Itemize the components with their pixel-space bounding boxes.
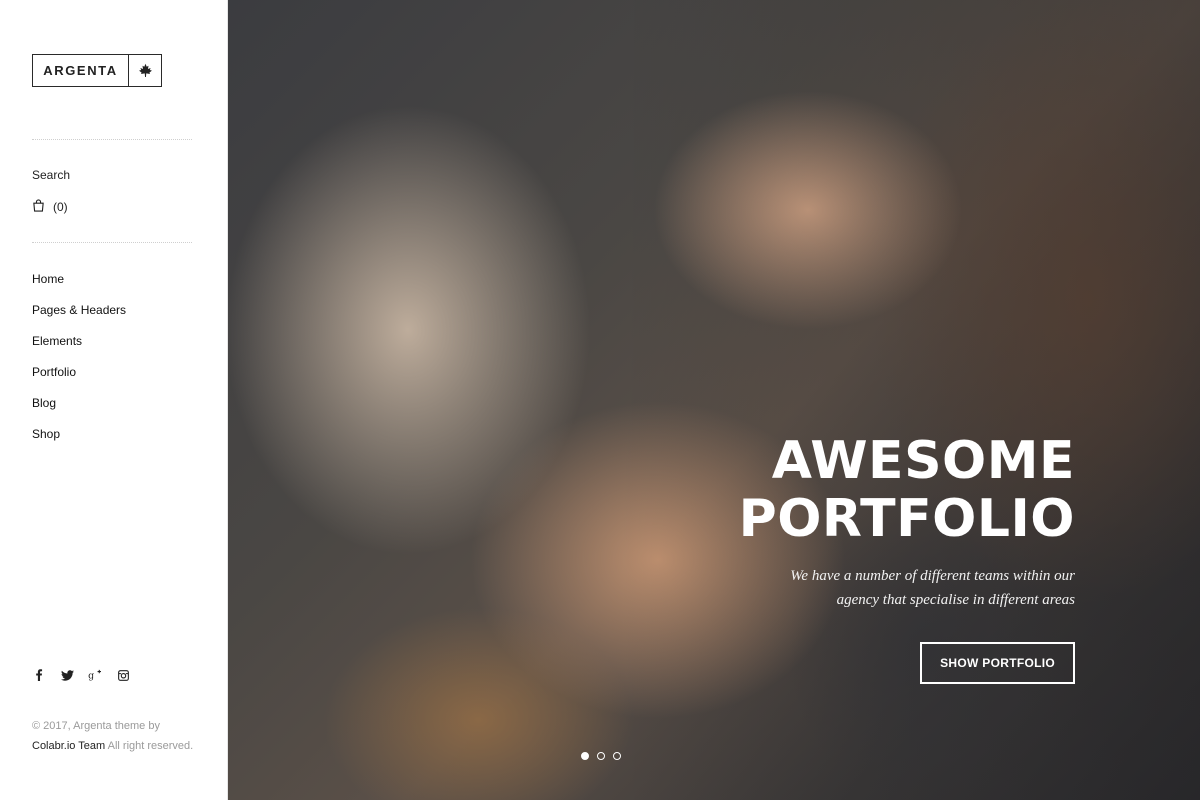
nav-item-portfolio[interactable]: Portfolio bbox=[32, 364, 126, 395]
slide-dot-2[interactable] bbox=[597, 752, 605, 760]
instagram-icon[interactable] bbox=[116, 668, 130, 682]
hero-content: AWESOME PORTFOLIO We have a number of di… bbox=[739, 432, 1075, 684]
twitter-icon[interactable] bbox=[60, 668, 74, 682]
maple-leaf-icon bbox=[128, 55, 161, 86]
search-link[interactable]: Search bbox=[32, 168, 70, 182]
site-logo[interactable]: ARGENTA bbox=[32, 54, 162, 87]
show-portfolio-button[interactable]: SHOW PORTFOLIO bbox=[920, 642, 1075, 684]
facebook-icon[interactable] bbox=[32, 668, 46, 682]
divider bbox=[32, 139, 192, 140]
shopping-bag-icon bbox=[32, 199, 45, 215]
copyright: © 2017, Argenta theme by Colabr.io Team … bbox=[32, 716, 197, 756]
hero-slider: AWESOME PORTFOLIO We have a number of di… bbox=[228, 0, 1200, 800]
slide-dot-3[interactable] bbox=[613, 752, 621, 760]
cart-count: (0) bbox=[53, 200, 68, 214]
hero-title: AWESOME PORTFOLIO bbox=[738, 431, 1075, 549]
cart-link[interactable]: (0) bbox=[32, 199, 68, 215]
hero-subtitle: We have a number of different teams with… bbox=[790, 568, 1075, 608]
sidebar: ARGENTA Search (0) Home Pages & Headers … bbox=[0, 0, 228, 800]
slide-dot-1[interactable] bbox=[581, 752, 589, 760]
svg-text:g: g bbox=[88, 670, 94, 681]
divider bbox=[32, 242, 192, 243]
nav-item-pages-headers[interactable]: Pages & Headers bbox=[32, 302, 126, 333]
logo-text: ARGENTA bbox=[43, 63, 118, 78]
footer-team-link[interactable]: Colabr.io Team bbox=[32, 740, 105, 752]
main-nav: Home Pages & Headers Elements Portfolio … bbox=[32, 271, 126, 457]
google-plus-icon[interactable]: g bbox=[88, 668, 102, 682]
copyright-prefix: © 2017, Argenta theme by bbox=[32, 720, 160, 732]
copyright-suffix: All right reserved. bbox=[107, 740, 194, 752]
social-links: g bbox=[32, 668, 130, 682]
slider-pagination bbox=[581, 752, 621, 760]
nav-item-blog[interactable]: Blog bbox=[32, 395, 126, 426]
nav-item-elements[interactable]: Elements bbox=[32, 333, 126, 364]
nav-item-home[interactable]: Home bbox=[32, 271, 126, 302]
nav-item-shop[interactable]: Shop bbox=[32, 426, 126, 457]
